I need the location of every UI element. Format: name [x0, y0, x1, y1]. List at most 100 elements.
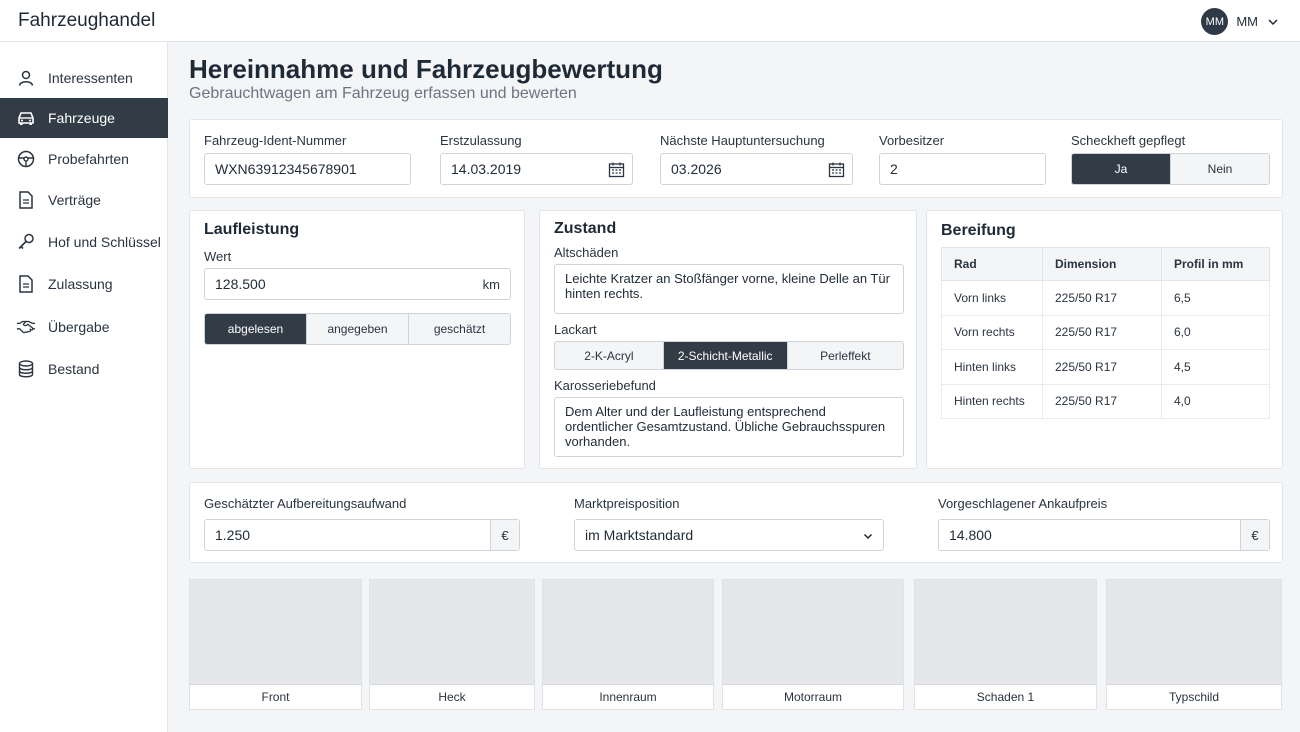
service-book-yes[interactable]: Ja — [1072, 154, 1171, 184]
tires-header-rad: Rad — [941, 247, 1043, 281]
photo-caption: Typschild — [1168, 690, 1220, 704]
sidebar-item-zulassung[interactable]: Zulassung — [0, 264, 168, 304]
vehicle-data-card: Fahrzeug-Ident-Nummer WXN63912345678901 … — [189, 119, 1283, 198]
photo-slot-innenraum[interactable]: Innenraum — [542, 579, 714, 710]
photo-slot-front[interactable]: Front — [189, 579, 362, 710]
calendar-icon[interactable] — [608, 161, 625, 178]
tire-dimension: 225/50 R17 — [1042, 314, 1162, 350]
sidebar-item-bestand[interactable]: Bestand — [0, 349, 168, 389]
previous-owners-field[interactable]: 2 — [879, 153, 1046, 185]
mileage-source-toggle[interactable]: abgelesen angegeben geschätzt — [204, 313, 511, 345]
chevron-down-icon[interactable] — [1266, 15, 1280, 29]
next-inspection-field[interactable]: 03.2026 — [660, 153, 853, 185]
purchase-price-field[interactable]: 14.800 € — [938, 519, 1270, 551]
first-registration-field[interactable]: 14.03.2019 — [440, 153, 633, 185]
valuation-card: Geschätzter Aufbereitungsaufwand 1.250 €… — [189, 482, 1283, 563]
tire-dimension: 225/50 R17 — [1042, 383, 1162, 419]
sidebar-item-label: Übergabe — [48, 319, 110, 335]
handshake-icon — [16, 317, 36, 337]
photo-placeholder[interactable] — [370, 580, 534, 685]
tire-position: Hinten rechts — [941, 383, 1043, 419]
photo-placeholder[interactable] — [190, 580, 361, 685]
tire-profile: 6,5 — [1161, 280, 1270, 316]
photo-slot-typschild[interactable]: Typschild — [1106, 579, 1282, 710]
car-icon — [16, 108, 36, 128]
sidebar-item-label: Bestand — [48, 361, 100, 377]
first-registration-value: 14.03.2019 — [451, 161, 522, 177]
calendar-icon[interactable] — [828, 161, 845, 178]
service-book-label: Scheckheft gepflegt — [1071, 133, 1186, 148]
vin-field[interactable]: WXN63912345678901 — [204, 153, 411, 185]
damage-textarea[interactable]: Leichte Kratzer an Stoßfänger vorne, kle… — [554, 264, 904, 314]
condition-card: Zustand Altschäden Leichte Kratzer an St… — [539, 210, 917, 469]
key-icon — [16, 232, 36, 252]
next-inspection-label: Nächste Hauptuntersuchung — [660, 133, 825, 148]
sidebar-item-label: Interessenten — [48, 70, 133, 86]
sidebar-item-vertraege[interactable]: Verträge — [0, 180, 168, 220]
photo-slot-schaden-1[interactable]: Schaden 1 — [914, 579, 1097, 710]
currency-suffix: € — [490, 520, 519, 550]
purchase-price-value: 14.800 — [949, 527, 992, 543]
mileage-value-label: Wert — [204, 249, 232, 264]
service-book-toggle[interactable]: Ja Nein — [1071, 153, 1270, 185]
paint-label: Lackart — [554, 322, 597, 337]
sidebar-item-label: Fahrzeuge — [48, 110, 115, 126]
tire-position: Vorn rechts — [941, 314, 1043, 350]
tires-header-row: Rad Dimension Profil in mm — [941, 247, 1270, 281]
mileage-source-angegeben[interactable]: angegeben — [307, 314, 409, 344]
body-findings-textarea[interactable]: Dem Alter und der Laufleistung entsprech… — [554, 397, 904, 457]
user-name[interactable]: MM — [1236, 14, 1258, 29]
database-icon — [16, 359, 36, 379]
tire-position: Vorn links — [941, 280, 1043, 316]
first-registration-label: Erstzulassung — [440, 133, 522, 148]
service-book-no[interactable]: Nein — [1171, 154, 1269, 184]
document-icon — [16, 274, 36, 294]
sidebar-item-label: Verträge — [48, 192, 101, 208]
mileage-title: Laufleistung — [204, 221, 300, 238]
tire-dimension: 225/50 R17 — [1042, 280, 1162, 316]
paint-option-metallic[interactable]: 2-Schicht-Metallic — [663, 342, 788, 369]
sidebar-item-label: Hof und Schlüssel — [48, 234, 161, 250]
vin-label: Fahrzeug-Ident-Nummer — [204, 133, 347, 148]
document-icon — [16, 190, 36, 210]
sidebar-item-interessenten[interactable]: Interessenten — [0, 58, 168, 98]
avatar[interactable]: MM — [1201, 8, 1229, 35]
sidebar-item-fahrzeuge[interactable]: Fahrzeuge — [0, 98, 168, 138]
tires-header-dimension: Dimension — [1042, 247, 1162, 281]
chevron-down-icon[interactable] — [861, 529, 875, 543]
currency-suffix: € — [1240, 520, 1269, 550]
tires-card: Bereifung Rad Dimension Profil in mm Vor… — [926, 210, 1283, 469]
sidebar-item-probefahrten[interactable]: Probefahrten — [0, 139, 168, 179]
condition-title: Zustand — [554, 220, 617, 237]
mileage-source-geschaetzt[interactable]: geschätzt — [409, 314, 510, 344]
paint-option-perleffekt[interactable]: Perleffekt — [788, 342, 903, 369]
photo-placeholder[interactable] — [1107, 580, 1281, 685]
paint-type-toggle[interactable]: 2-K-Acryl 2-Schicht-Metallic Perleffekt — [554, 341, 904, 370]
damage-label: Altschäden — [554, 245, 619, 260]
prep-cost-field[interactable]: 1.250 € — [204, 519, 520, 551]
tire-profile: 4,0 — [1161, 383, 1270, 419]
photo-placeholder[interactable] — [543, 580, 713, 685]
paint-option-2k-acryl[interactable]: 2-K-Acryl — [555, 342, 664, 369]
mileage-card: Laufleistung Wert 128.500 km abgelesen a… — [189, 210, 525, 469]
prep-cost-value: 1.250 — [215, 527, 251, 543]
photo-placeholder[interactable] — [723, 580, 903, 685]
sidebar-item-uebergabe[interactable]: Übergabe — [0, 307, 168, 347]
prep-cost-label: Geschätzter Aufbereitungsaufwand — [204, 496, 407, 511]
tires-header-profil: Profil in mm — [1161, 247, 1270, 281]
mileage-source-abgelesen[interactable]: abgelesen — [205, 314, 307, 344]
mileage-field[interactable]: 128.500 km — [204, 268, 511, 300]
photo-placeholder[interactable] — [915, 580, 1096, 685]
photo-caption: Schaden 1 — [976, 690, 1035, 704]
user-menu[interactable]: MM MM — [1201, 8, 1280, 35]
mileage-value: 128.500 — [215, 276, 266, 292]
photo-slot-heck[interactable]: Heck — [369, 579, 535, 710]
next-inspection-value: 03.2026 — [671, 161, 722, 177]
market-position-value: im Marktstandard — [585, 527, 694, 543]
market-position-select[interactable]: im Marktstandard — [574, 519, 884, 551]
tire-dimension: 225/50 R17 — [1042, 349, 1162, 385]
app-title: Fahrzeughandel — [18, 10, 156, 31]
photo-slot-motorraum[interactable]: Motorraum — [722, 579, 904, 710]
sidebar-item-hof-und-schluessel[interactable]: Hof und Schlüssel — [0, 222, 168, 262]
body-findings-label: Karosseriebefund — [554, 378, 656, 393]
